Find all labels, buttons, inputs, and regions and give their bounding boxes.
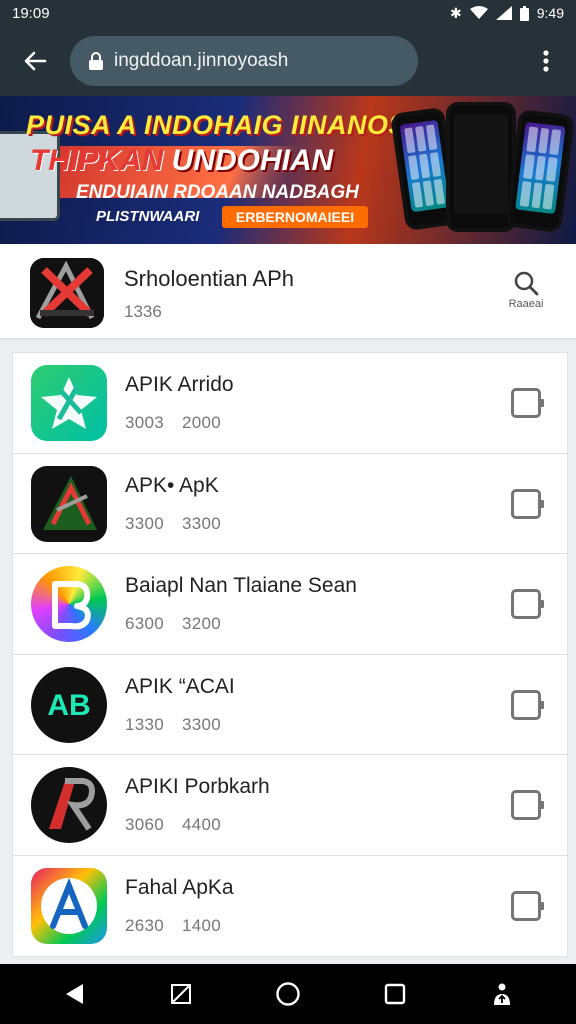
promo-banner[interactable]: PUISA A INDOHAIG IINANOSH THIPKAN UNDOHI…	[0, 96, 576, 244]
search-icon	[514, 271, 539, 296]
nav-back-button[interactable]	[54, 974, 94, 1014]
nav-screenshot-button[interactable]	[161, 974, 201, 1014]
banner-tagline: ENDUIAIN RDOAAN NADBAGH	[76, 182, 359, 203]
app-name: Fahal ApKa	[125, 875, 234, 899]
list-item[interactable]: APIKI Porbkarh 3060 4400	[13, 755, 567, 856]
url-field[interactable]: ingddoan.jinnoyoash	[70, 36, 418, 86]
bluetooth-icon: ✱	[450, 4, 462, 21]
green-star-icon	[31, 365, 107, 441]
banner-subheadline: THIPKAN UNDOHIAN	[30, 144, 333, 178]
browser-toolbar: ingddoan.jinnoyoash	[0, 26, 576, 96]
list-item[interactable]: AB APIK “ACAI 1330 3300	[13, 655, 567, 755]
app-stat-size: 3300	[182, 714, 222, 734]
status-bar: 19:09 ✱ 9:49	[0, 0, 576, 26]
nav-recents-button[interactable]	[375, 974, 415, 1014]
url-text: ingddoan.jinnoyoash	[114, 50, 289, 71]
ab-circle-icon: AB	[31, 666, 107, 743]
wifi-icon	[469, 6, 488, 19]
app-stat-size: 3300	[182, 513, 222, 533]
app-stat-size: 4400	[182, 815, 222, 834]
app-stats: 2630 1400	[125, 916, 221, 936]
app-stats: 3060 4400	[125, 815, 221, 835]
app-stat-downloads: 3300	[125, 513, 165, 533]
app-stats: 6300 3200	[125, 614, 221, 634]
status-icons: ✱ 9:49	[450, 5, 564, 22]
app-stat-size: 1400	[182, 915, 222, 935]
battery-icon	[519, 5, 529, 21]
list-item[interactable]: APIK Arrido 3003 2000	[13, 353, 567, 454]
banner-phone-image	[446, 102, 516, 232]
select-checkbox[interactable]	[511, 790, 544, 820]
nav-home-button[interactable]	[268, 974, 308, 1014]
search-label: Raaeai	[508, 298, 544, 310]
back-button[interactable]	[0, 26, 70, 96]
app-stats: 3300 3300	[125, 514, 221, 534]
app-stats: 1330 3300	[125, 715, 221, 735]
status-clock: 9:49	[536, 5, 564, 21]
status-time: 19:09	[12, 4, 50, 22]
app-stat-downloads: 6300	[125, 614, 165, 633]
banner-subheadline-red: THIPKAN	[30, 144, 164, 177]
app-title: Srholoentian APh	[124, 266, 295, 291]
banner-cta-button[interactable]: ERBERNOMAIEEI	[222, 206, 368, 228]
select-checkbox[interactable]	[511, 488, 544, 519]
list-item[interactable]: Baiapl Nan Tlaiane Sean 6300 3200	[13, 554, 567, 655]
app-name: APIK “ACAI	[125, 674, 235, 698]
app-logo-icon	[30, 258, 104, 328]
banner-subheadline-white: UNDOHIAN	[163, 144, 334, 177]
gradient-b-icon	[31, 566, 107, 642]
app-name: APK• ApK	[125, 473, 219, 497]
app-stat-downloads: 3003	[125, 413, 165, 432]
nav-accessibility-button[interactable]	[482, 974, 522, 1014]
select-checkbox[interactable]	[511, 388, 544, 418]
list-item[interactable]: APK• ApK 3300 3300	[13, 454, 567, 554]
app-list: APIK Arrido 3003 2000 APK• ApK 3300 3300 B…	[12, 352, 568, 957]
arrow-left-icon	[24, 51, 47, 71]
app-stat-downloads: 3060	[125, 815, 165, 834]
banner-small-text: PLISTNWAARI	[96, 208, 200, 225]
blue-a-icon	[31, 867, 107, 944]
app-name: APIKI Porbkarh	[125, 775, 270, 798]
list-item[interactable]: Fahal ApKa 2630 1400	[13, 856, 567, 957]
triangle-back-icon	[65, 984, 83, 1004]
person-upload-icon	[494, 983, 511, 1005]
app-stat-downloads: 2630	[125, 915, 165, 935]
app-name: Baiapl Nan Tlaiane Sean	[125, 574, 357, 597]
dark-triangle-icon	[31, 465, 107, 542]
app-name: APIK Arrido	[125, 373, 234, 396]
signal-icon	[495, 6, 512, 20]
svg-text:AB: AB	[47, 689, 90, 722]
app-header: Srholoentian APh 1336 Raaeai	[0, 244, 576, 340]
lock-icon	[88, 52, 104, 70]
select-checkbox[interactable]	[511, 689, 544, 720]
select-checkbox[interactable]	[511, 890, 544, 921]
circle-home-icon	[276, 982, 300, 1006]
select-checkbox[interactable]	[511, 589, 544, 619]
more-vert-icon	[543, 50, 549, 72]
app-stat-downloads: 1330	[125, 714, 165, 734]
app-subtitle: 1336	[124, 302, 162, 321]
red-r-icon	[31, 767, 107, 843]
square-recents-icon	[384, 983, 406, 1005]
screenshot-icon	[170, 984, 191, 1004]
overflow-menu-button[interactable]	[516, 26, 576, 96]
search-button[interactable]: Raaeai	[498, 270, 554, 310]
system-nav-bar	[0, 964, 576, 1024]
app-stat-size: 3200	[182, 614, 222, 633]
banner-headline: PUISA A INDOHAIG IINANOSH	[26, 110, 428, 140]
app-stat-size: 2000	[182, 413, 222, 432]
app-stats: 3003 2000	[125, 413, 221, 433]
